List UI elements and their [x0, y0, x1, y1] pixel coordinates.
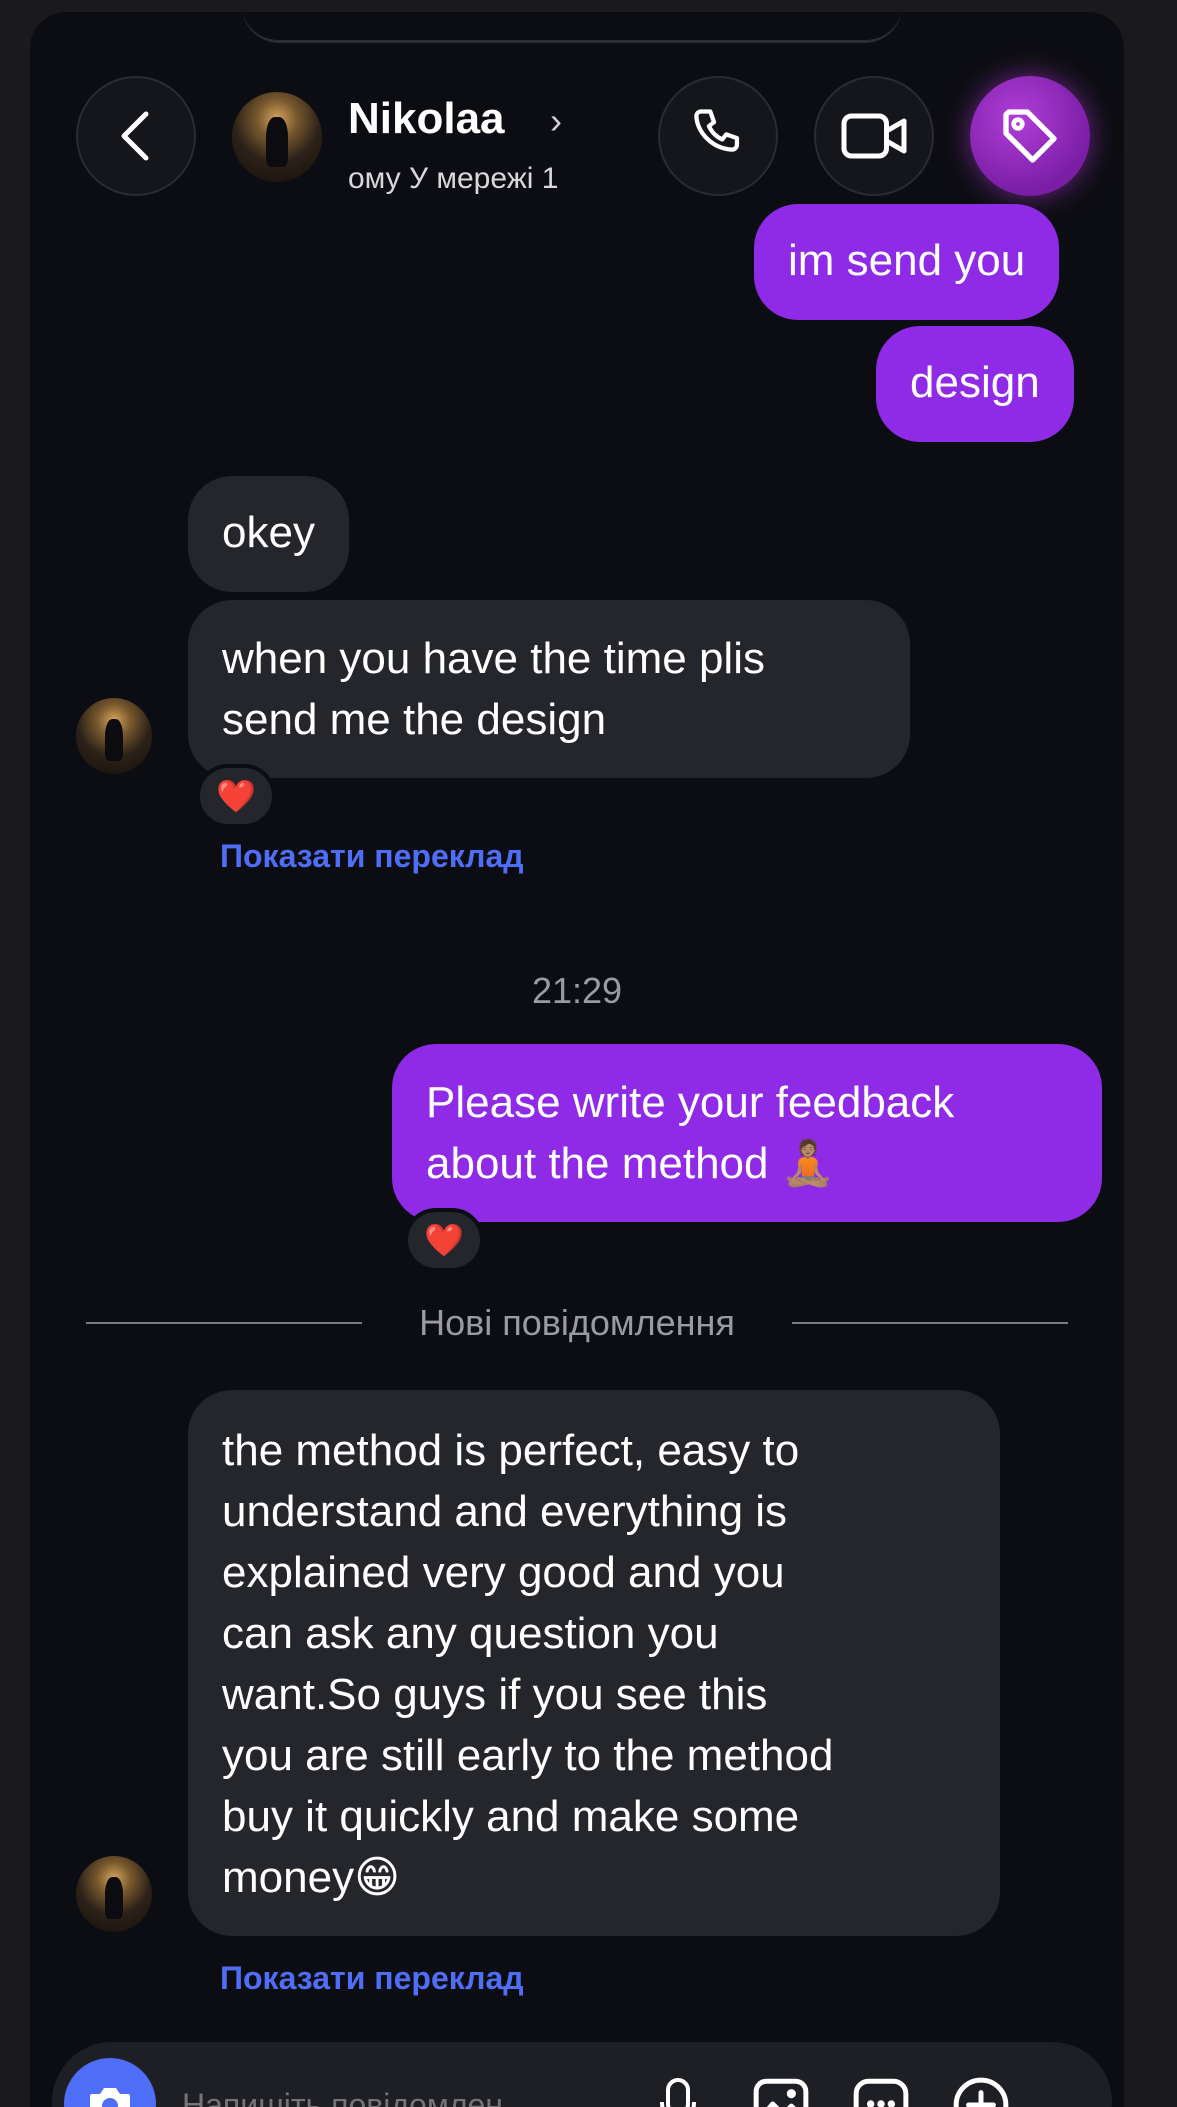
message-composer: [52, 2042, 1112, 2107]
heart-reaction[interactable]: ❤️: [196, 764, 276, 828]
message-bubble-incoming[interactable]: okey: [188, 476, 349, 592]
contact-avatar[interactable]: [232, 92, 322, 182]
contact-status: ому У мережі 1: [348, 162, 559, 195]
heart-icon: ❤️: [424, 1222, 464, 1258]
message-bubble-incoming[interactable]: when you have the time plis send me the …: [188, 600, 910, 778]
message-bubble-incoming[interactable]: the method is perfect, easy to understan…: [188, 1390, 1000, 1936]
chat-screen: Nikolaa › ому У мережі 1 im send you des…: [30, 12, 1124, 2107]
message-bubble-outgoing[interactable]: Please write your feedback about the met…: [392, 1044, 1102, 1222]
device-notch: [242, 12, 902, 43]
phone-icon: [694, 109, 740, 152]
divider-line-right: [792, 1322, 1068, 1324]
contact-avatar-small[interactable]: [76, 1856, 152, 1932]
contact-avatar-small[interactable]: [76, 698, 152, 774]
timestamp: 21:29: [531, 970, 623, 1011]
tag-icon: [1003, 109, 1057, 163]
message-input[interactable]: [180, 2076, 604, 2107]
microphone-icon[interactable]: [658, 2076, 698, 2107]
video-call-button[interactable]: [814, 76, 934, 196]
camera-icon: [90, 2088, 130, 2107]
show-translation-link[interactable]: Показати переклад: [220, 1960, 524, 1997]
contact-name[interactable]: Nikolaa: [348, 94, 505, 144]
heart-icon: ❤️: [216, 778, 256, 814]
message-bubble-outgoing[interactable]: design: [876, 326, 1074, 442]
chevron-right-icon[interactable]: ›: [550, 100, 562, 142]
message-bubble-outgoing[interactable]: im send you: [754, 204, 1060, 320]
plus-icon[interactable]: [952, 2076, 1010, 2107]
voice-call-button[interactable]: [658, 76, 778, 196]
image-icon[interactable]: [752, 2076, 810, 2107]
heart-reaction[interactable]: ❤️: [404, 1208, 484, 1272]
chevron-left-icon: [121, 111, 149, 161]
back-button[interactable]: [76, 76, 196, 196]
camera-button[interactable]: [64, 2058, 156, 2107]
show-translation-link[interactable]: Показати переклад: [220, 838, 524, 875]
tag-button[interactable]: [970, 76, 1090, 196]
sticker-icon[interactable]: [852, 2076, 910, 2107]
video-camera-icon: [841, 113, 907, 159]
